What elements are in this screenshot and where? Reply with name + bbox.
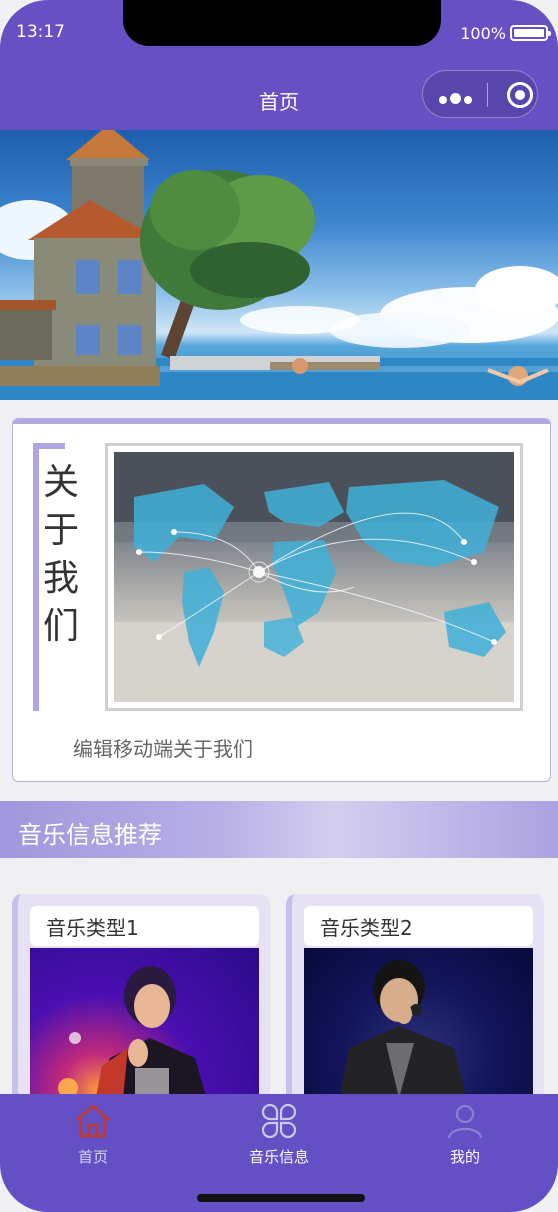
about-image-frame bbox=[105, 443, 523, 711]
tab-label-home: 首页 bbox=[77, 1148, 108, 1166]
banner-image[interactable] bbox=[0, 130, 558, 400]
tab-label-mine: 我的 bbox=[449, 1148, 480, 1166]
battery-percentage: 100% bbox=[460, 24, 506, 43]
music-card-label: 音乐类型2 bbox=[304, 906, 533, 946]
music-card-1[interactable]: 音乐类型1 bbox=[12, 894, 270, 1128]
more-icon[interactable] bbox=[439, 89, 475, 104]
about-accent-bar bbox=[33, 443, 39, 711]
battery-icon bbox=[510, 25, 551, 41]
status-time: 13:17 bbox=[16, 22, 65, 42]
tab-music-info[interactable]: 音乐信息 bbox=[186, 1094, 372, 1184]
mini-program-capsule bbox=[422, 70, 538, 118]
section-title: 音乐信息推荐 bbox=[18, 821, 162, 849]
section-header-music-recommend: 音乐信息推荐 bbox=[0, 801, 558, 858]
home-icon bbox=[76, 1104, 110, 1138]
world-map-image bbox=[114, 452, 514, 702]
music-card-label: 音乐类型1 bbox=[30, 906, 259, 946]
phone-screen: 13:17 100% 首页 关 于 我 们 编辑移动端关于我们 音乐信息推荐 音… bbox=[0, 0, 558, 1212]
about-title: 关 于 我 们 bbox=[43, 462, 80, 647]
about-description: 编辑移动端关于我们 bbox=[73, 737, 253, 761]
person-icon bbox=[447, 1104, 483, 1139]
tab-mine[interactable]: 我的 bbox=[372, 1094, 558, 1184]
tab-home[interactable]: 首页 bbox=[0, 1094, 186, 1184]
music-card-2[interactable]: 音乐类型2 bbox=[286, 894, 544, 1128]
device-notch bbox=[123, 0, 441, 46]
world-map-illustration bbox=[114, 452, 514, 702]
grid-flower-icon bbox=[261, 1103, 297, 1139]
close-target-icon[interactable] bbox=[507, 82, 533, 108]
banner-illustration bbox=[0, 130, 558, 400]
header: 13:17 100% 首页 bbox=[0, 0, 558, 130]
about-us-card[interactable]: 关 于 我 们 编辑移动端关于我们 bbox=[12, 418, 551, 782]
home-indicator[interactable] bbox=[197, 1194, 365, 1202]
tab-label-music-info: 音乐信息 bbox=[248, 1148, 309, 1166]
